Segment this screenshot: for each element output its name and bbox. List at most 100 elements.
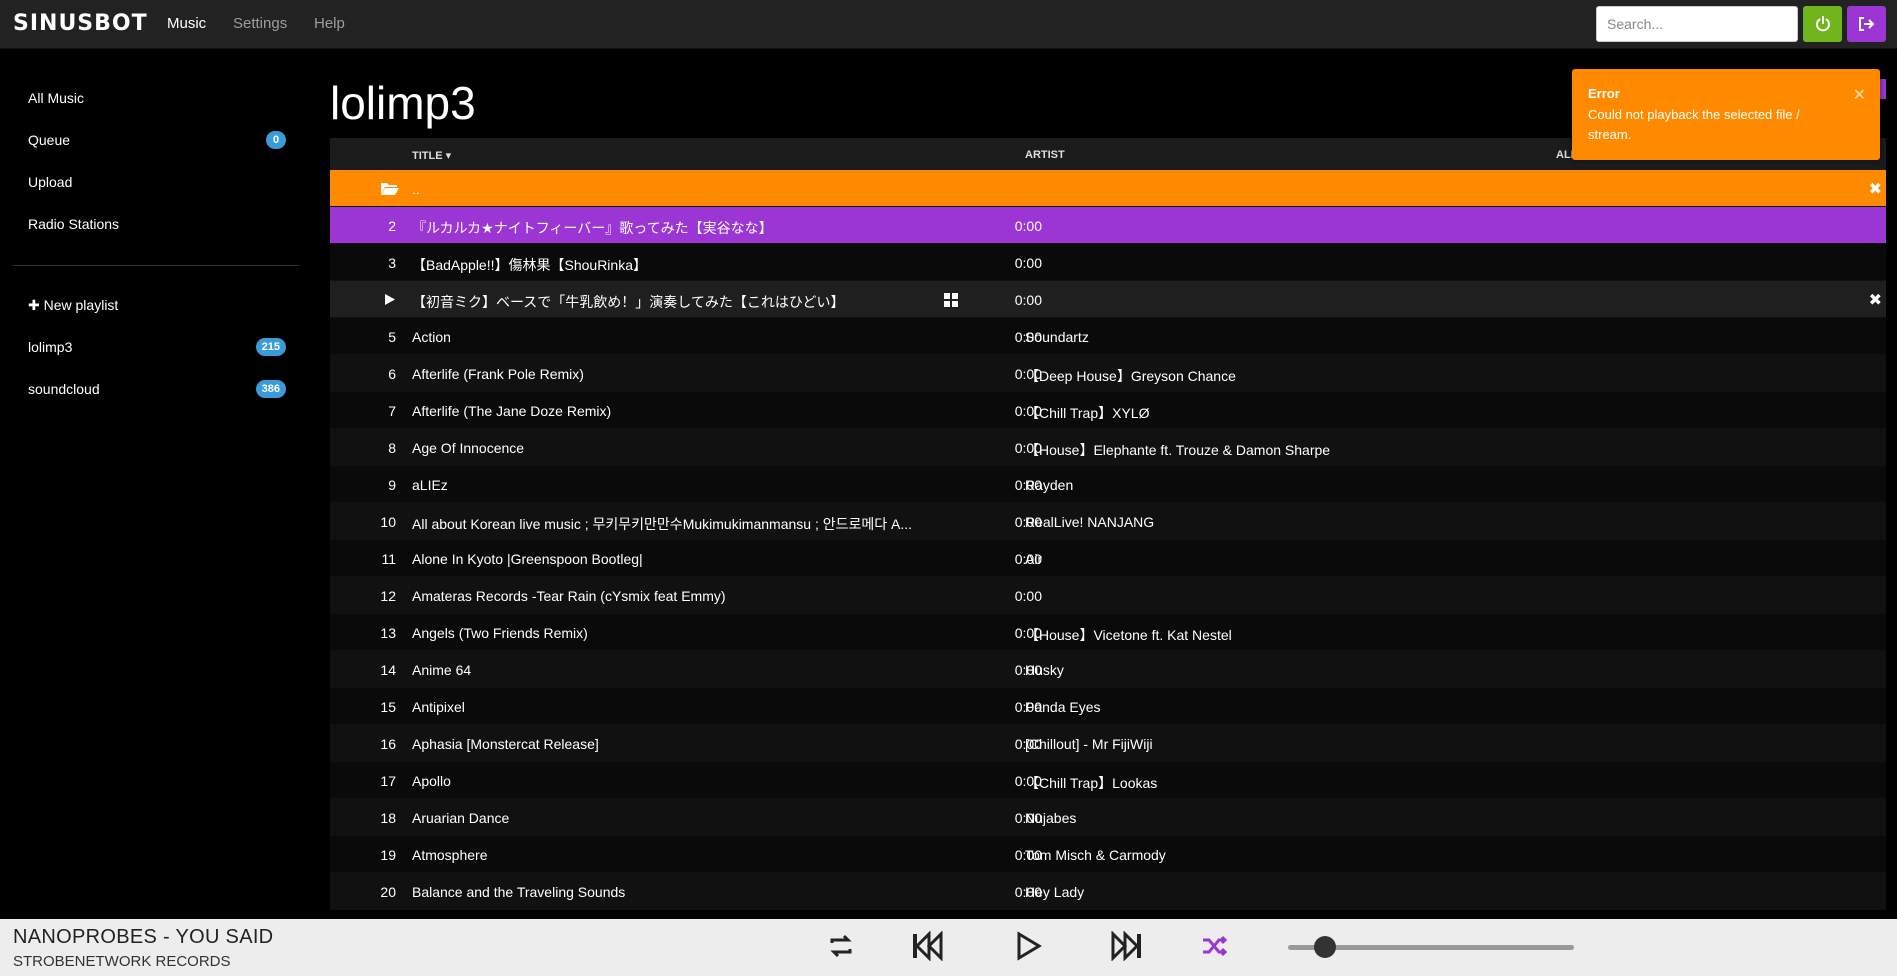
track-title: Antipixel: [412, 699, 465, 715]
repeat-icon[interactable]: [826, 931, 856, 961]
nav-music[interactable]: Music: [167, 15, 206, 32]
nav-help[interactable]: Help: [314, 15, 345, 32]
track-artist: Air: [1025, 551, 1043, 567]
track-artist: 【House】Elephante ft. Trouze & Damon Shar…: [1025, 442, 1331, 458]
play-icon[interactable]: [1016, 931, 1042, 961]
shuffle-icon[interactable]: [1200, 931, 1230, 961]
table-row[interactable]: 19 Atmosphere 0:00 Tom Misch & Carmody: [330, 836, 1886, 873]
sidebar-item-queue[interactable]: Queue: [28, 132, 70, 148]
sidebar-playlist-lolimp3[interactable]: lolimp3: [28, 339, 72, 355]
track-number: 19: [380, 847, 396, 863]
table-row[interactable]: 20 Balance and the Traveling Sounds 0:00 He…: [330, 873, 1886, 910]
track-number: 13: [380, 625, 396, 641]
logout-button[interactable]: [1847, 6, 1886, 42]
delete-icon[interactable]: ✖: [1869, 179, 1882, 199]
search-input[interactable]: [1596, 6, 1798, 42]
parent-folder-row[interactable]: .. ✖: [330, 170, 1886, 207]
table-row[interactable]: 9 aLIEz 0:00 Rayden: [330, 466, 1886, 503]
app-logo[interactable]: SINUSBOT: [13, 11, 148, 36]
track-number: 18: [380, 810, 396, 826]
table-row[interactable]: 7 Afterlife (The Jane Doze Remix) 0:00 【Chi…: [330, 392, 1886, 429]
volume-slider-handle[interactable]: [1314, 936, 1337, 958]
track-title: 【BadApple!!】傷林果【ShouRinka】: [412, 257, 647, 273]
table-row[interactable]: 12 Amateras Records -Tear Rain (cYsmix fe…: [330, 577, 1886, 614]
track-title: Anime 64: [412, 662, 472, 678]
next-track-icon[interactable]: [1111, 931, 1143, 961]
track-title: Angels (Two Friends Remix): [412, 625, 588, 641]
table-row[interactable]: 2 『ルカルカ★ナイトフィーバー』歌ってみた【実谷なな】 0:00: [330, 207, 1886, 244]
table-row[interactable]: 10 All about Korean live music ; 무키무키만만수M…: [330, 503, 1886, 540]
table-row[interactable]: 5 Action 0:00 Soundartz: [330, 318, 1886, 355]
table-row[interactable]: 11 Alone In Kyoto |Greenspoon Bootleg| 0:0…: [330, 540, 1886, 577]
table-row[interactable]: 17 Apollo 0:00 【Chill Trap】Lookas: [330, 762, 1886, 799]
track-artist: 【House】Vicetone ft. Kat Nestel: [1025, 627, 1232, 643]
queue-count-badge: 0: [266, 131, 286, 149]
hidden-button-edge[interactable]: [1880, 79, 1886, 99]
track-number: 15: [380, 699, 396, 715]
parent-folder-label: ..: [412, 181, 420, 197]
sidebar-item-upload[interactable]: Upload: [28, 174, 72, 190]
track-duration: 0:00: [1014, 588, 1042, 604]
previous-track-icon[interactable]: [911, 931, 943, 961]
track-number: 2: [388, 218, 396, 234]
power-icon: [1815, 16, 1830, 32]
track-title: Amateras Records -Tear Rain (cYsmix feat…: [412, 588, 726, 604]
top-navbar: SINUSBOT Music Settings Help: [0, 0, 1897, 49]
track-artist: Rayden: [1025, 477, 1074, 493]
table-row[interactable]: 13 Angels (Two Friends Remix) 0:00 【House】V…: [330, 614, 1886, 651]
plus-icon: ✚: [28, 297, 40, 313]
column-header-title[interactable]: TITLE ▾: [412, 149, 451, 162]
sidebar-playlist-soundcloud[interactable]: soundcloud: [28, 381, 100, 397]
table-row[interactable]: 14 Anime 64 0:00 Husky: [330, 651, 1886, 688]
grid-icon[interactable]: [944, 293, 958, 307]
sidebar-item-all-music[interactable]: All Music: [28, 90, 84, 106]
track-artist: RealLive! NANJANG: [1025, 514, 1155, 530]
track-artist: Tom Misch & Carmody: [1025, 847, 1166, 863]
track-title: All about Korean live music ; 무키무키만만수Muk…: [412, 516, 913, 532]
new-playlist-button[interactable]: ✚ New playlist: [28, 297, 118, 314]
sidebar-divider: [13, 265, 299, 266]
table-row[interactable]: 8 Age Of Innocence 0:00 【House】Elephante ft…: [330, 429, 1886, 466]
player-bar: NANOPROBES - YOU SAID STROBENETWORK RECO…: [0, 919, 1897, 976]
track-artist: Husky: [1025, 662, 1064, 678]
track-title: Age Of Innocence: [412, 440, 525, 456]
nav-settings[interactable]: Settings: [233, 15, 287, 32]
error-toast: Error Could not playback the selected fi…: [1572, 69, 1880, 160]
track-duration: 0:00: [1014, 292, 1042, 308]
close-icon[interactable]: ✕: [1853, 85, 1866, 105]
track-title: 【初音ミク】ベースで「牛乳飲め！」演奏してみた【これはひどい】: [412, 294, 845, 310]
track-title: Afterlife (The Jane Doze Remix): [412, 403, 612, 419]
now-playing-title: NANOPROBES - YOU SAID: [13, 926, 274, 948]
table-row[interactable]: 6 Afterlife (Frank Pole Remix) 0:00 【Deep H…: [330, 355, 1886, 392]
track-duration: 0:00: [1014, 218, 1042, 234]
table-row[interactable]: 16 Aphasia [Monstercat Release] 0:00 [Chill…: [330, 725, 1886, 762]
track-artist: 【Chill Trap】XYLØ: [1025, 405, 1150, 421]
sidebar-item-radio-stations[interactable]: Radio Stations: [28, 216, 119, 232]
table-row[interactable]: 18 Aruarian Dance 0:00 Nujabes: [330, 799, 1886, 836]
table-row[interactable]: 15 Antipixel 0:00 Panda Eyes: [330, 688, 1886, 725]
track-artist: 【Deep House】Greyson Chance: [1025, 368, 1236, 384]
playlist-count-badge: 386: [255, 380, 286, 398]
now-playing-artist: STROBENETWORK RECORDS: [13, 953, 231, 970]
column-header-artist[interactable]: ARTIST: [1025, 149, 1065, 161]
track-number: 6: [388, 366, 396, 382]
track-title: 『ルカルカ★ナイトフィーバー』歌ってみた【実谷なな】: [412, 220, 773, 236]
track-duration: 0:00: [1014, 255, 1042, 271]
toast-title: Error: [1588, 86, 1620, 101]
power-button[interactable]: [1803, 6, 1842, 42]
table-row[interactable]: 3 【BadApple!!】傷林果【ShouRinka】 0:00: [330, 244, 1886, 281]
track-number: 9: [388, 477, 396, 493]
track-number: 10: [380, 514, 396, 530]
delete-icon[interactable]: ✖: [1869, 290, 1882, 310]
page-title: lolimp3: [330, 77, 476, 129]
track-number: 16: [380, 736, 396, 752]
track-artist: 【Chill Trap】Lookas: [1025, 775, 1158, 791]
track-number: 14: [380, 662, 396, 678]
track-number: 11: [381, 551, 396, 567]
sidebar: All Music Queue 0 Upload Radio Stations …: [0, 49, 312, 919]
play-icon[interactable]: [384, 293, 396, 306]
table-row[interactable]: 【初音ミク】ベースで「牛乳飲め！」演奏してみた【これはひどい】 0:00 ✖: [330, 281, 1886, 318]
track-number: 7: [388, 403, 396, 419]
track-artist: Panda Eyes: [1025, 699, 1101, 715]
track-artist: [Chillout] - Mr FijiWiji: [1025, 736, 1153, 752]
